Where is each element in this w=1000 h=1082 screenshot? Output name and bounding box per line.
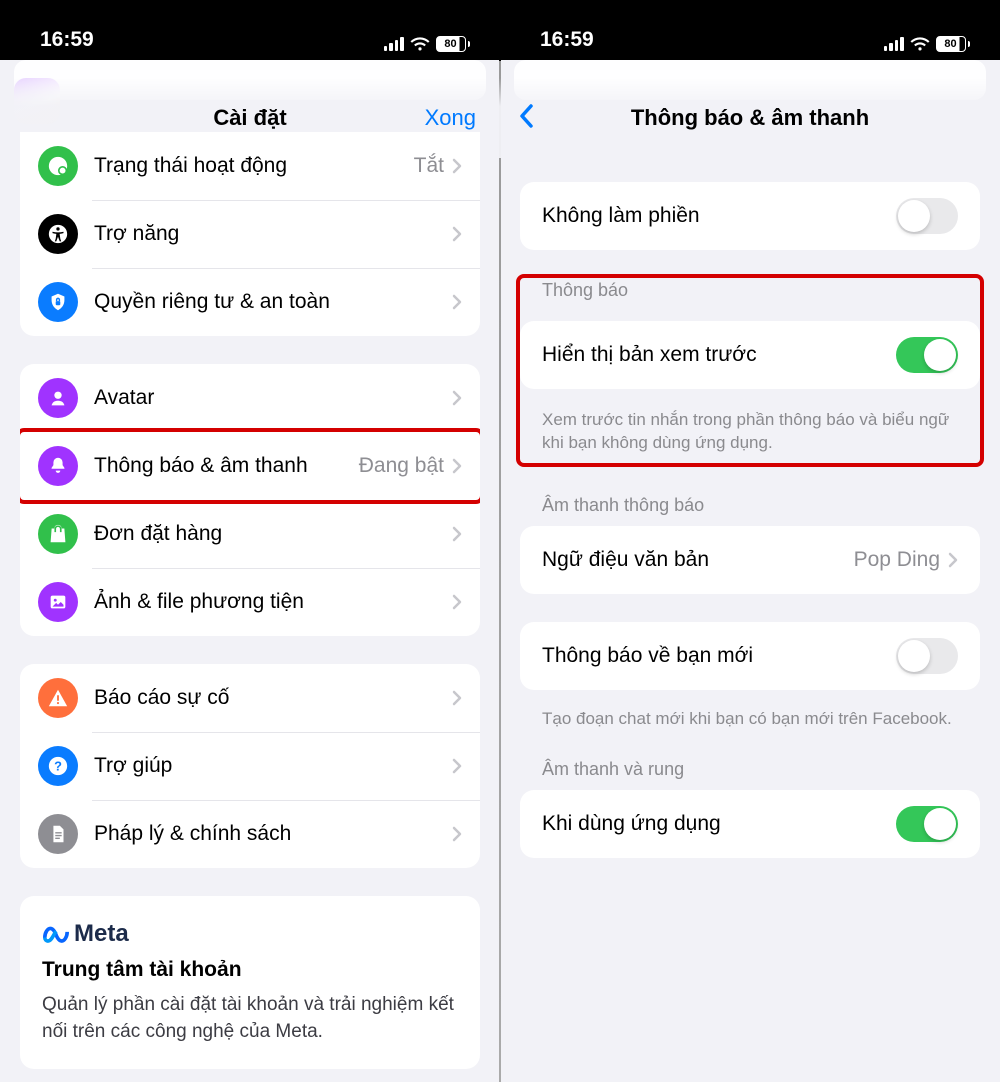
settings-group-support: Báo cáo sự cố ? Trợ giúp Pháp lý & chính… xyxy=(20,664,480,868)
meta-logo: Meta xyxy=(42,920,458,948)
chevron-right-icon xyxy=(948,552,958,568)
phone-notifications-sounds: 16:59 80 Thông báo & âm thanh Không làm … xyxy=(500,0,1000,1082)
battery-icon: 80 xyxy=(436,36,471,52)
status-time: 16:59 xyxy=(540,28,594,52)
bell-icon xyxy=(38,446,78,486)
meta-title: Trung tâm tài khoản xyxy=(42,958,458,982)
wifi-icon xyxy=(410,37,430,52)
chevron-right-icon xyxy=(452,390,462,406)
settings-group-account: Trạng thái hoạt động Tắt Trợ năng Quyền … xyxy=(20,132,480,336)
row-label: Đơn đặt hàng xyxy=(94,522,452,546)
chevron-right-icon xyxy=(452,690,462,706)
cellular-icon xyxy=(884,37,904,51)
row-label: Trợ năng xyxy=(94,222,452,246)
row-text-tone[interactable]: Ngữ điệu văn bản Pop Ding xyxy=(520,526,980,594)
row-label: Không làm phiền xyxy=(542,204,896,228)
meta-brand-text: Meta xyxy=(74,920,129,948)
group-newfriend: Thông báo về bạn mới xyxy=(520,622,980,690)
row-label: Thông báo & âm thanh xyxy=(94,454,359,478)
row-photos-media[interactable]: Ảnh & file phương tiện xyxy=(20,568,480,636)
accessibility-icon xyxy=(38,214,78,254)
row-label: Ngữ điệu văn bản xyxy=(542,548,854,572)
svg-text:?: ? xyxy=(54,759,62,774)
status-time: 16:59 xyxy=(40,28,94,52)
row-avatar[interactable]: Avatar xyxy=(20,364,480,432)
row-value: Tắt xyxy=(414,154,444,178)
toggle-preview[interactable] xyxy=(896,337,958,373)
chevron-right-icon xyxy=(452,458,462,474)
settings-group-prefs: Avatar Thông báo & âm thanh Đang bật Đơn… xyxy=(20,364,480,636)
row-accessibility[interactable]: Trợ năng xyxy=(20,200,480,268)
meta-description: Quản lý phần cài đặt tài khoản và trải n… xyxy=(42,992,458,1045)
row-label: Hiển thị bản xem trước xyxy=(542,343,896,367)
photo-icon xyxy=(38,582,78,622)
chevron-right-icon xyxy=(452,226,462,242)
row-new-friend-notification[interactable]: Thông báo về bạn mới xyxy=(520,622,980,690)
highlight-box: Thông báo & âm thanh Đang bật xyxy=(20,428,480,504)
chevron-left-icon xyxy=(518,103,534,129)
battery-icon: 80 xyxy=(936,36,971,52)
phone-settings: 16:59 80 Cài đặt Xong Trạng thái hoạt độ… xyxy=(0,0,500,1082)
row-privacy[interactable]: Quyền riêng tư & an toàn xyxy=(20,268,480,336)
row-help[interactable]: ? Trợ giúp xyxy=(20,732,480,800)
chevron-right-icon xyxy=(452,158,462,174)
section-header-sound-vibrate: Âm thanh và rung xyxy=(520,759,980,790)
help-icon: ? xyxy=(38,746,78,786)
row-label: Thông báo về bạn mới xyxy=(542,644,896,668)
toggle-dnd[interactable] xyxy=(896,198,958,234)
done-button[interactable]: Xong xyxy=(425,105,476,131)
activity-status-icon xyxy=(38,146,78,186)
wifi-icon xyxy=(910,37,930,52)
section-header-notification-sound: Âm thanh thông báo xyxy=(520,495,980,526)
warning-icon xyxy=(38,678,78,718)
chevron-right-icon xyxy=(452,826,462,842)
section-header-notifications: Thông báo xyxy=(520,280,980,311)
group-inapp: Khi dùng ứng dụng xyxy=(520,790,980,858)
row-label: Khi dùng ứng dụng xyxy=(542,812,896,836)
row-label: Pháp lý & chính sách xyxy=(94,822,452,846)
chevron-right-icon xyxy=(452,294,462,310)
chevron-right-icon xyxy=(452,758,462,774)
chevron-right-icon xyxy=(452,594,462,610)
cellular-icon xyxy=(384,37,404,51)
row-show-preview[interactable]: Hiển thị bản xem trước xyxy=(520,321,980,389)
navbar: Thông báo & âm thanh xyxy=(500,78,1000,158)
status-bar: 16:59 80 xyxy=(500,0,1000,60)
row-do-not-disturb[interactable]: Không làm phiền xyxy=(520,182,980,250)
row-label: Báo cáo sự cố xyxy=(94,686,452,710)
chevron-right-icon xyxy=(452,526,462,542)
row-report-problem[interactable]: Báo cáo sự cố xyxy=(20,664,480,732)
group-texttone: Ngữ điệu văn bản Pop Ding xyxy=(520,526,980,594)
status-bar: 16:59 80 xyxy=(0,0,500,60)
status-indicators: 80 xyxy=(884,36,971,52)
row-activity-status[interactable]: Trạng thái hoạt động Tắt xyxy=(20,132,480,200)
row-label: Avatar xyxy=(94,386,452,410)
row-legal[interactable]: Pháp lý & chính sách xyxy=(20,800,480,868)
status-indicators: 80 xyxy=(384,36,471,52)
row-label: Trợ giúp xyxy=(94,754,452,778)
toggle-in-app[interactable] xyxy=(896,806,958,842)
row-value: Đang bật xyxy=(359,454,444,478)
avatar-icon xyxy=(38,378,78,418)
page-title: Thông báo & âm thanh xyxy=(631,105,869,131)
row-in-app[interactable]: Khi dùng ứng dụng xyxy=(520,790,980,858)
section-footer-preview: Xem trước tin nhắn trong phần thông báo … xyxy=(520,399,980,455)
row-label: Ảnh & file phương tiện xyxy=(94,590,452,614)
document-icon xyxy=(38,814,78,854)
meta-accounts-center[interactable]: Meta Trung tâm tài khoản Quản lý phần cà… xyxy=(20,896,480,1069)
row-orders[interactable]: Đơn đặt hàng xyxy=(20,500,480,568)
toggle-new-friend[interactable] xyxy=(896,638,958,674)
row-label: Trạng thái hoạt động xyxy=(94,154,414,178)
row-value: Pop Ding xyxy=(854,548,940,572)
group-dnd: Không làm phiền xyxy=(520,182,980,250)
page-title: Cài đặt xyxy=(213,105,286,131)
group-preview: Hiển thị bản xem trước xyxy=(520,321,980,389)
row-notifications-sounds[interactable]: Thông báo & âm thanh Đang bật xyxy=(20,432,480,500)
privacy-icon xyxy=(38,282,78,322)
shopping-bag-icon xyxy=(38,514,78,554)
row-label: Quyền riêng tư & an toàn xyxy=(94,290,452,314)
back-button[interactable] xyxy=(518,103,534,134)
highlight-box: Thông báo Hiển thị bản xem trước Xem trư… xyxy=(516,274,984,467)
section-footer-newfriend: Tạo đoạn chat mới khi bạn có bạn mới trê… xyxy=(520,698,980,731)
